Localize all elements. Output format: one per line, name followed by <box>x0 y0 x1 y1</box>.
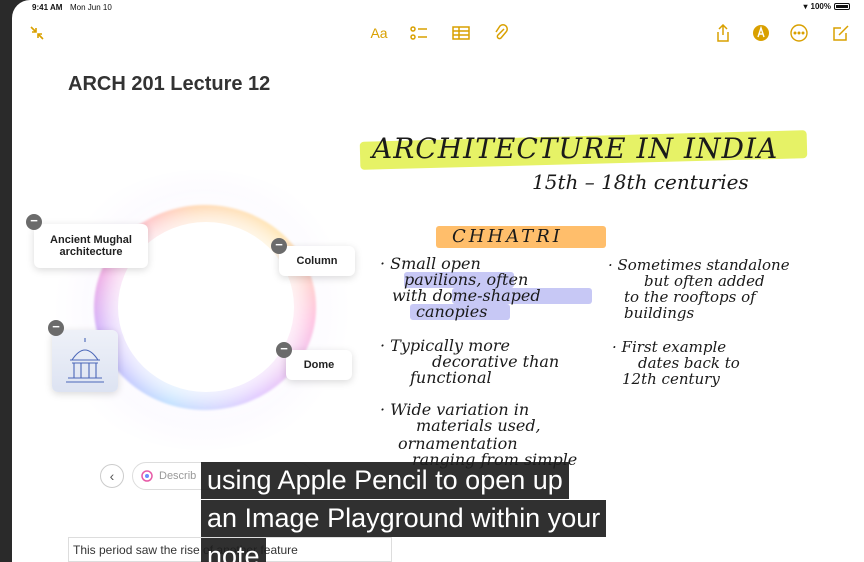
caption-line-2: an Image Playground within your <box>201 500 607 537</box>
status-date: Mon Jun 10 <box>70 3 112 12</box>
concept-label: Ancient Mughal architecture <box>50 234 132 258</box>
battery-fill <box>836 5 848 8</box>
hw-col1-line: functional <box>410 368 492 387</box>
hw-heading: ARCHITECTURE IN INDIA <box>372 132 779 165</box>
checklist-icon[interactable] <box>408 22 430 44</box>
concept-chip-column[interactable]: Column <box>279 246 355 276</box>
hw-col1-line: materials used, <box>416 416 541 435</box>
collapse-arrows-icon[interactable] <box>26 22 48 44</box>
hw-col2-line: 12th century <box>622 370 720 388</box>
status-right: ▾ 100% <box>804 2 850 11</box>
paperclip-icon[interactable] <box>490 22 512 44</box>
concept-label: Column <box>296 255 338 267</box>
share-icon[interactable] <box>712 22 734 44</box>
compose-icon[interactable] <box>830 22 852 44</box>
concept-label: Dome <box>303 359 335 371</box>
concept-chip-dome[interactable]: Dome <box>286 350 352 380</box>
remove-sketch-icon[interactable]: − <box>48 320 64 336</box>
remove-concept-icon[interactable]: − <box>26 214 42 230</box>
status-bar: 9:41 AM Mon Jun 10 ▾ 100% <box>12 0 864 14</box>
wifi-icon: ▾ <box>803 2 808 11</box>
battery-icon <box>834 3 850 10</box>
note-title[interactable]: ARCH 201 Lecture 12 <box>68 73 270 96</box>
hw-col2-line: buildings <box>624 304 695 322</box>
back-button[interactable]: ‹ <box>100 464 124 488</box>
caption-line-3: note <box>201 538 266 562</box>
format-text-icon[interactable]: Aa <box>366 22 392 44</box>
chhatri-sketch-icon <box>66 338 104 383</box>
format-label: Aa <box>370 25 388 41</box>
battery-percent: 100% <box>810 2 831 11</box>
hw-subheading: 15th – 18th centuries <box>532 170 749 194</box>
caption-line-1: using Apple Pencil to open up <box>201 462 569 499</box>
hw-col1-line: canopies <box>416 302 488 321</box>
chevron-left-icon: ‹ <box>109 468 115 484</box>
remove-concept-icon[interactable]: − <box>276 342 292 358</box>
hw-section: CHHATRI <box>452 226 563 247</box>
status-time: 9:41 AM <box>32 3 63 12</box>
pencil-markup-icon[interactable] <box>750 22 772 44</box>
sketch-thumbnail[interactable] <box>52 330 118 392</box>
describe-placeholder: Describ <box>159 470 197 482</box>
playground-icon <box>141 470 153 482</box>
ellipsis-icon[interactable] <box>788 22 810 44</box>
remove-concept-icon[interactable]: − <box>271 238 287 254</box>
concept-chip-mughal[interactable]: Ancient Mughal architecture <box>34 224 148 268</box>
table-icon[interactable] <box>450 22 472 44</box>
